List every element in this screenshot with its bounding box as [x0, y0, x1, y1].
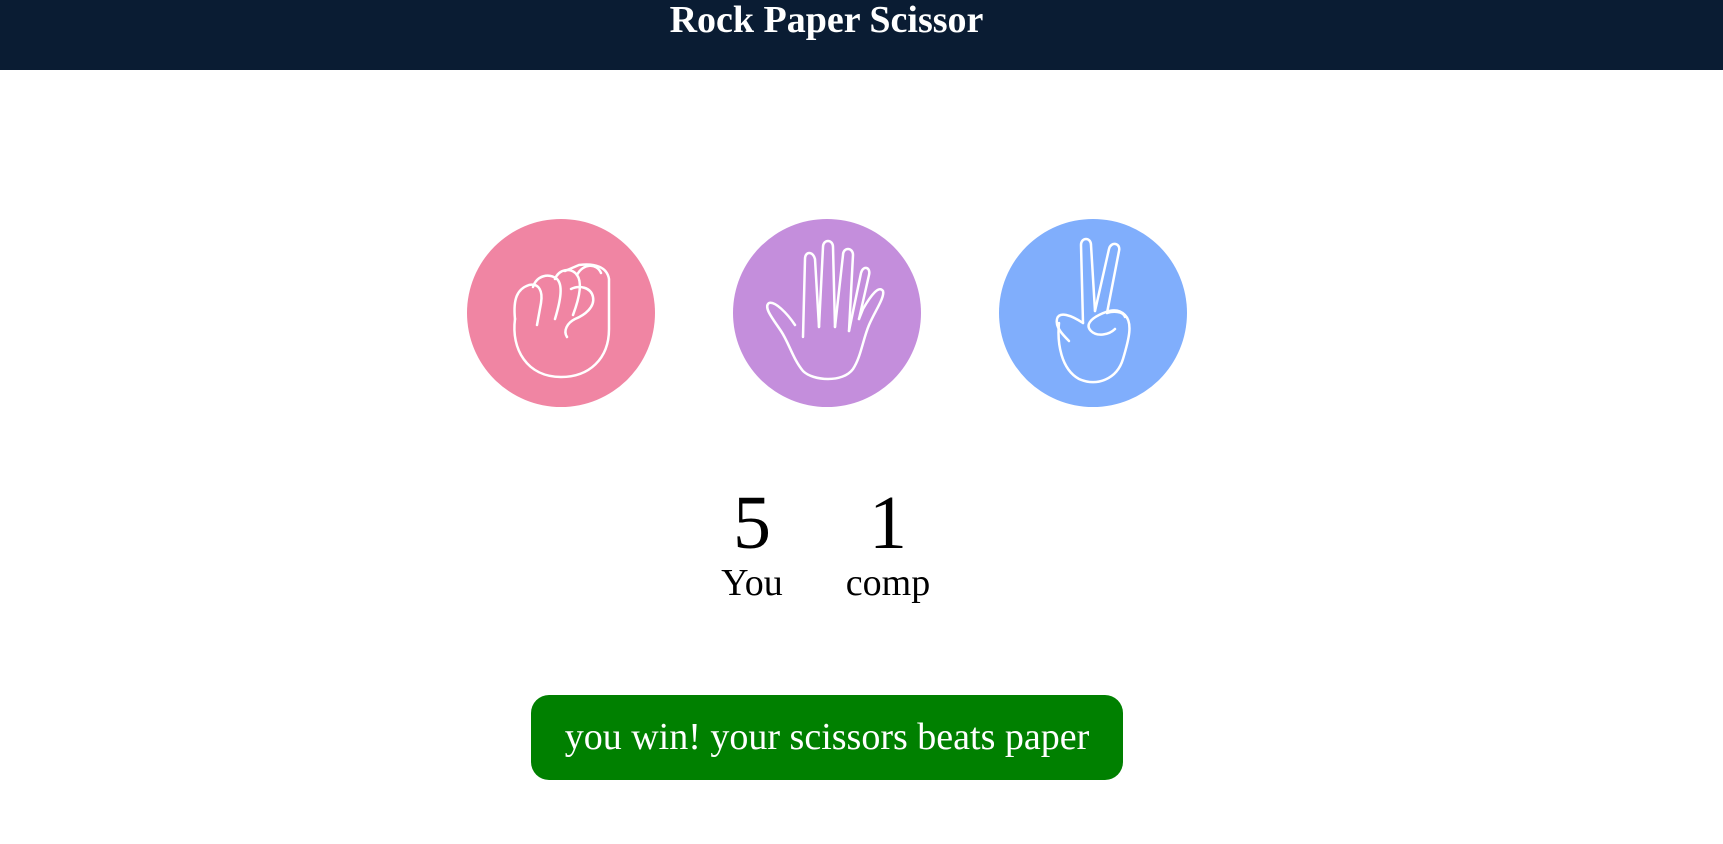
paper-choice-button[interactable]: [733, 219, 921, 407]
rock-choice-button[interactable]: [467, 219, 655, 407]
user-score-label: You: [721, 562, 783, 604]
peace-hand-icon: [999, 219, 1187, 407]
scissors-choice-button[interactable]: [999, 219, 1187, 407]
user-score: 5 You: [702, 483, 802, 603]
app-header: Rock Paper Scissor: [0, 0, 1723, 70]
comp-score-label: comp: [845, 562, 931, 604]
open-hand-icon: [733, 219, 921, 407]
comp-score: 1 comp: [838, 483, 938, 603]
user-score-value: 5: [733, 481, 771, 565]
fist-icon: [467, 219, 655, 407]
result-message: you win! your scissors beats paper: [531, 695, 1123, 780]
comp-score-value: 1: [869, 481, 907, 565]
page-title: Rock Paper Scissor: [669, 0, 984, 41]
